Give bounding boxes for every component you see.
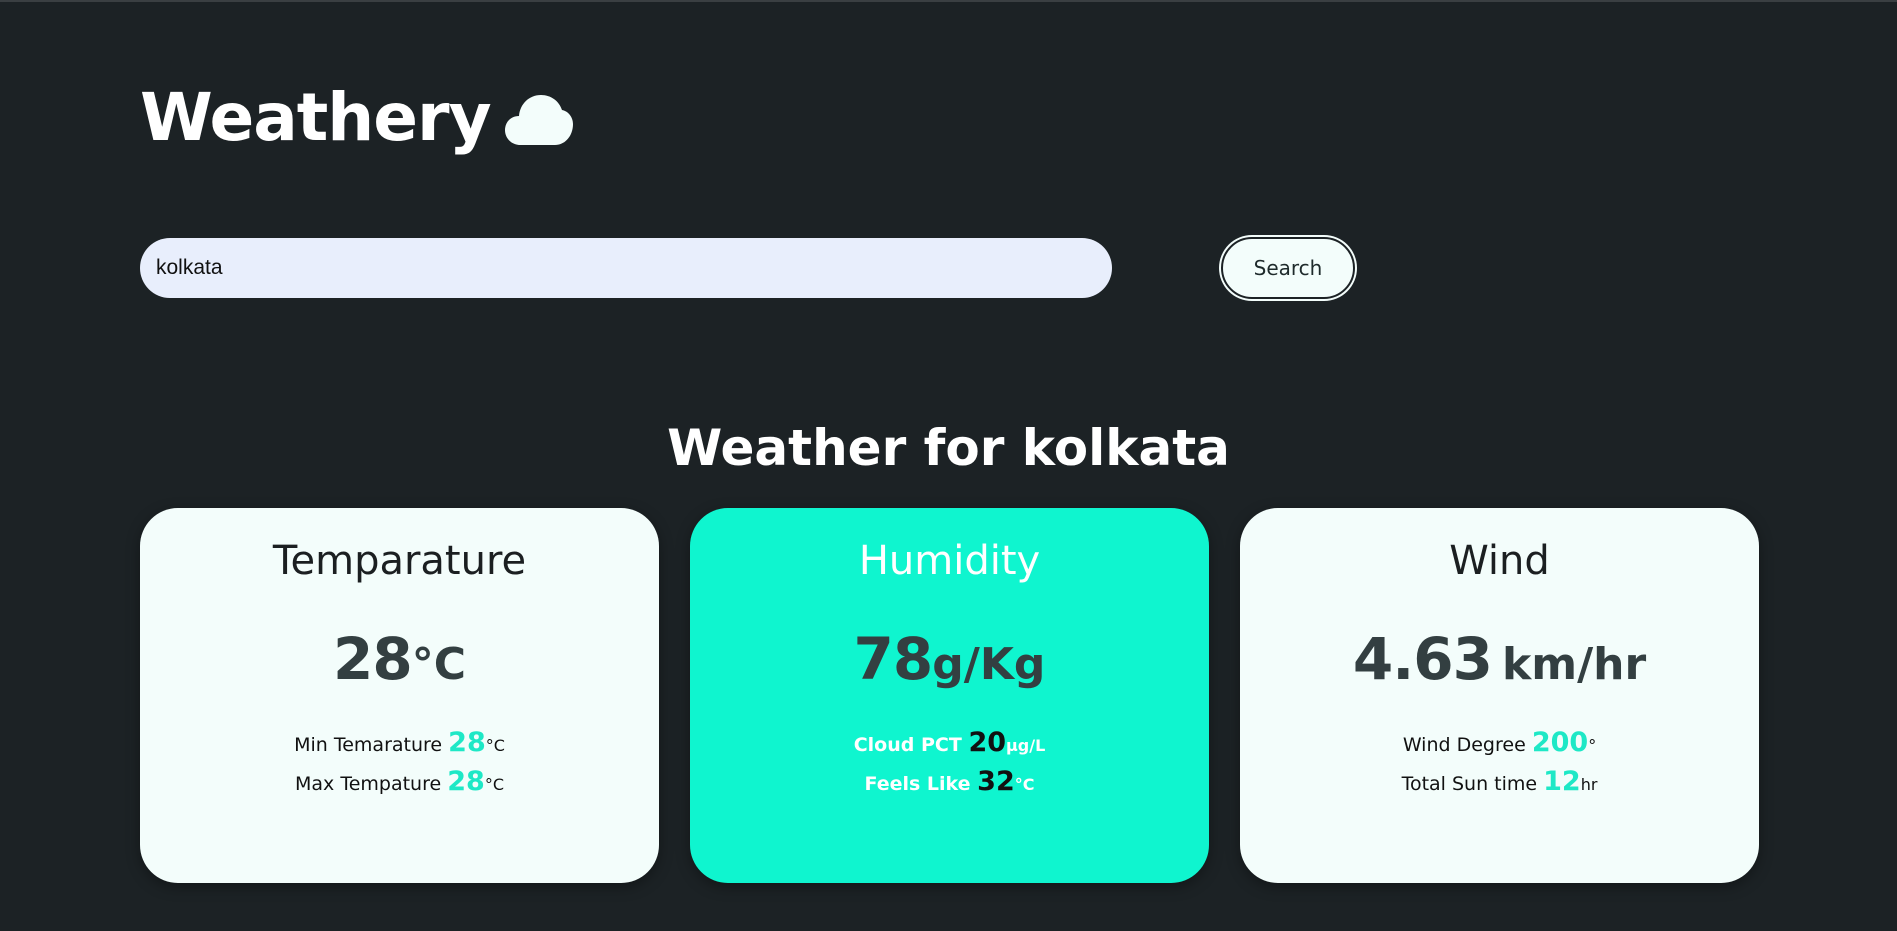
main-unit: km/hr — [1501, 639, 1647, 690]
stat-label: Total Sun time — [1401, 773, 1538, 795]
main-unit: g/Kg — [932, 639, 1046, 690]
main-unit: °C — [411, 639, 466, 690]
card-title: Wind — [1449, 538, 1550, 584]
stat-value: 12 — [1543, 766, 1581, 797]
search-input[interactable] — [140, 238, 1112, 298]
stat-label: Min Temarature — [294, 734, 443, 756]
temperature-card: Temparature 28°C Min Temarature 28°C Max… — [140, 508, 659, 883]
card-title: Temparature — [272, 538, 527, 584]
stat-label: Max Tempature — [295, 773, 442, 795]
stat-max-temperature: Max Tempature 28°C — [140, 764, 659, 803]
weather-heading: Weather for kolkata — [667, 419, 1230, 477]
wind-value: 4.63 km/hr — [1240, 622, 1759, 711]
card-stats: Wind Degree 200° Total Sun time 12hr — [1240, 725, 1759, 803]
humidity-value: 78g/Kg — [690, 622, 1209, 711]
stat-cloud-pct: Cloud PCT 20µg/L — [690, 725, 1209, 764]
card-stats: Cloud PCT 20µg/L Feels Like 32°C — [690, 725, 1209, 803]
stat-label: Wind Degree — [1402, 734, 1526, 756]
stat-unit: hr — [1580, 775, 1598, 794]
stat-unit: ° — [1588, 736, 1597, 755]
stat-label: Cloud PCT — [853, 734, 962, 756]
card-stats: Min Temarature 28°C Max Tempature 28°C — [140, 725, 659, 803]
stat-unit: °C — [1014, 775, 1035, 794]
main-value: 78 — [853, 625, 934, 693]
cloud-icon — [504, 95, 573, 145]
stat-min-temperature: Min Temarature 28°C — [140, 725, 659, 764]
stat-value: 20 — [968, 727, 1007, 758]
stat-value: 32 — [977, 766, 1015, 797]
main-value: 28 — [332, 625, 413, 693]
stat-label: Feels Like — [864, 773, 971, 795]
stat-unit: µg/L — [1006, 736, 1046, 755]
stat-value: 28 — [448, 727, 486, 758]
stat-value: 200 — [1531, 727, 1589, 758]
temperature-value: 28°C — [140, 622, 659, 711]
stat-wind-degree: Wind Degree 200° — [1240, 725, 1759, 764]
window-top-border — [0, 0, 1897, 2]
card-title: Humidity — [858, 538, 1041, 584]
wind-card: Wind 4.63 km/hr Wind Degree 200° Total Su… — [1240, 508, 1759, 883]
stat-total-sun-time: Total Sun time 12hr — [1240, 764, 1759, 803]
stat-value: 28 — [447, 766, 485, 797]
humidity-card: Humidity 78g/Kg Cloud PCT 20µg/L Feels L… — [690, 508, 1209, 883]
search-button[interactable]: Search — [1221, 237, 1355, 299]
app-title: Weathery — [140, 79, 492, 156]
stat-unit: °C — [485, 736, 505, 755]
brand: Weathery — [140, 78, 573, 158]
stat-feels-like: Feels Like 32°C — [690, 764, 1209, 803]
stat-unit: °C — [484, 775, 504, 794]
main-value: 4.63 — [1352, 625, 1493, 693]
